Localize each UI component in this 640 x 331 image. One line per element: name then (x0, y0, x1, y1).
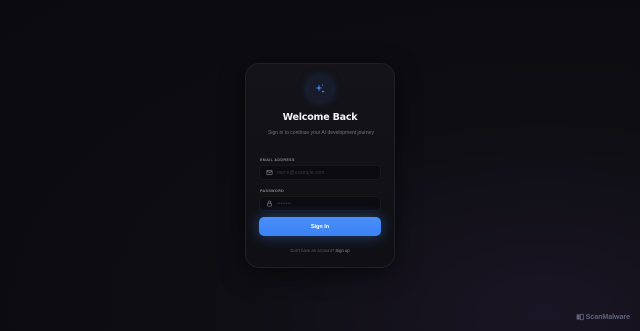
scanmalware-logo-icon (576, 313, 584, 321)
email-field[interactable] (277, 169, 377, 176)
sparkles-icon (315, 84, 325, 93)
password-field[interactable] (277, 200, 377, 207)
lock-icon (267, 200, 272, 207)
email-field-wrapper[interactable] (259, 165, 381, 180)
sign-up-link[interactable]: Sign up (335, 248, 349, 253)
password-field-wrapper[interactable] (259, 196, 381, 211)
watermark: ScanMalware (576, 313, 630, 321)
logo-badge (308, 77, 332, 101)
page-subtitle: Sign in to continue your AI development … (268, 130, 374, 136)
watermark-text: ScanMalware (585, 313, 630, 321)
mail-icon (266, 170, 273, 175)
signup-prompt-text: Don't have an account? (290, 248, 335, 253)
password-label: PASSWORD (260, 189, 285, 193)
signup-prompt: Don't have an account? Sign up (246, 248, 394, 253)
email-label: EMAIL ADDRESS (260, 158, 295, 162)
sign-in-button[interactable]: Sign In (259, 217, 381, 236)
page-title: Welcome Back (282, 112, 358, 123)
login-card: Welcome Back Sign in to continue your AI… (245, 63, 395, 268)
